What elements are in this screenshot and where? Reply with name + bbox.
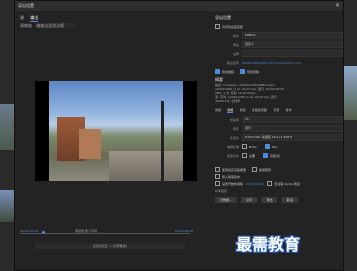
- tab-source[interactable]: 源: [20, 15, 24, 21]
- ntsc-radio[interactable]: [242, 144, 247, 149]
- section-header: 导出设置: [215, 14, 231, 20]
- window-title: 导出设置: [18, 3, 34, 8]
- output-name-label: 输出名称: [226, 60, 239, 65]
- settings-tabs: 效果 视频 音频 多路复用器 字幕 发布: [215, 107, 343, 115]
- match-sequence-label: 与序列设置匹配: [222, 24, 244, 29]
- start-timecode-value[interactable]: 00;00;00;00: [246, 182, 264, 186]
- dialog-buttons: 元数据... 队列 导出 取消: [215, 197, 343, 203]
- road-shape: [109, 151, 183, 181]
- option-label: 使用预览: [259, 167, 272, 172]
- playhead-handle[interactable]: [42, 231, 45, 234]
- source-output-tabs: 源 输出: [20, 15, 43, 22]
- ntsc-label: NTSC: [249, 144, 258, 149]
- preset-select[interactable]: 自定义: [242, 41, 343, 48]
- tv-standard-label: 电视标准: [226, 144, 239, 149]
- title-bar: 导出设置 ×: [15, 1, 343, 11]
- summary-section: 摘要 输出: C:\Users\...\00d09-0000-BMC.mp4 1…: [215, 77, 343, 103]
- option-label: 仅渲染 Alpha 通道: [274, 181, 300, 186]
- queue-button[interactable]: 队列: [241, 197, 258, 203]
- frame-rate-label: 帧速率: [229, 117, 239, 122]
- tab-multiplexer[interactable]: 多路复用器: [252, 108, 267, 112]
- profile-high-label: 高级/高: [270, 153, 281, 158]
- metadata-button[interactable]: 元数据...: [215, 197, 237, 203]
- pal-radio[interactable]: [265, 144, 271, 149]
- summary-line: 48000 Hz, 立体声: [215, 99, 241, 103]
- import-project-checkbox[interactable]: [215, 174, 220, 179]
- background-thumbnail: [0, 190, 14, 222]
- background-app-right: [343, 0, 357, 271]
- format-select[interactable]: MPEG4: [242, 32, 343, 39]
- video-preview: [35, 81, 197, 181]
- export-video-label: 导出视频: [222, 69, 235, 74]
- option-label: 设置开始时间码: [222, 181, 244, 186]
- frame-rate-select[interactable]: 25: [242, 116, 343, 123]
- option-label: 导入到项目中: [222, 174, 241, 179]
- tab-publish[interactable]: 发布: [285, 108, 291, 112]
- preset-label: 预设: [232, 42, 239, 47]
- alpha-only-checkbox[interactable]: [267, 181, 273, 186]
- export-audio-checkbox[interactable]: [240, 69, 246, 74]
- option-label: 使用最高渲染质量: [222, 167, 247, 172]
- export-button[interactable]: 导出: [261, 197, 278, 203]
- close-icon[interactable]: ×: [335, 2, 340, 9]
- start-timecode-checkbox[interactable]: [215, 181, 220, 186]
- lamp-post-shape: [161, 101, 164, 181]
- output-name-link[interactable]: 00d09-0000-BMC-XT5VideoXXXXX.mp4: [242, 61, 301, 65]
- use-previews-checkbox[interactable]: [252, 167, 258, 172]
- cancel-button[interactable]: 取消: [281, 197, 298, 203]
- export-audio-label: 导出音频: [247, 69, 260, 74]
- profile-high-radio[interactable]: [263, 153, 269, 158]
- aspect-select[interactable]: D1/DV PAL 宽银幕 16:9 (1.4587): [242, 134, 343, 141]
- export-video-checkbox[interactable]: [215, 69, 220, 74]
- profile-main-radio[interactable]: [242, 153, 247, 158]
- source-scaling-select[interactable]: 缩放以适合边框: [36, 23, 77, 28]
- field-order-label: 场序: [232, 126, 239, 131]
- source-scaling-label: 源缩放: [20, 23, 32, 28]
- tab-video[interactable]: 视频: [227, 108, 234, 113]
- max-quality-checkbox[interactable]: [215, 167, 220, 172]
- profile-main-label: 主要: [249, 153, 256, 158]
- timeline-track[interactable]: [20, 233, 190, 234]
- tab-audio[interactable]: 音频: [240, 108, 246, 112]
- match-sequence-checkbox[interactable]: [215, 24, 220, 29]
- render-options: 使用最高渲染质量 使用预览 导入到项目中 设置开始时间码 00;00;00;00…: [215, 166, 343, 194]
- source-scaling-row: 源缩放 缩放以适合边框: [20, 23, 77, 29]
- export-settings-header-row: 导出设置: [215, 13, 343, 22]
- format-label: 格式: [232, 33, 239, 38]
- aspect-correction-select[interactable]: 宽高比校正: 1 (方形像素): [35, 243, 185, 249]
- export-settings-panel: 导出设置 与序列设置匹配 格式 MPEG4 预设 自定义 注释 输出名称 00d…: [215, 13, 343, 268]
- building-shape: [79, 129, 101, 159]
- background-thumbnail: [343, 66, 357, 120]
- profile-label: 配置文件: [226, 153, 239, 158]
- aspect-label: 长宽比: [229, 135, 239, 140]
- pal-label: PAL: [272, 144, 278, 149]
- tab-effects[interactable]: 效果: [215, 108, 221, 112]
- comments-input[interactable]: [242, 50, 343, 57]
- option-label: 时间插值: [215, 188, 228, 193]
- tab-captions[interactable]: 字幕: [273, 108, 279, 112]
- background-thumbnail: [0, 104, 14, 150]
- watermark-logo: 最需教育: [236, 235, 301, 254]
- tab-output[interactable]: 输出: [30, 15, 39, 22]
- field-order-select[interactable]: 逐行: [242, 125, 343, 132]
- comments-label: 注释: [232, 51, 239, 56]
- preview-frame-image: [49, 81, 183, 181]
